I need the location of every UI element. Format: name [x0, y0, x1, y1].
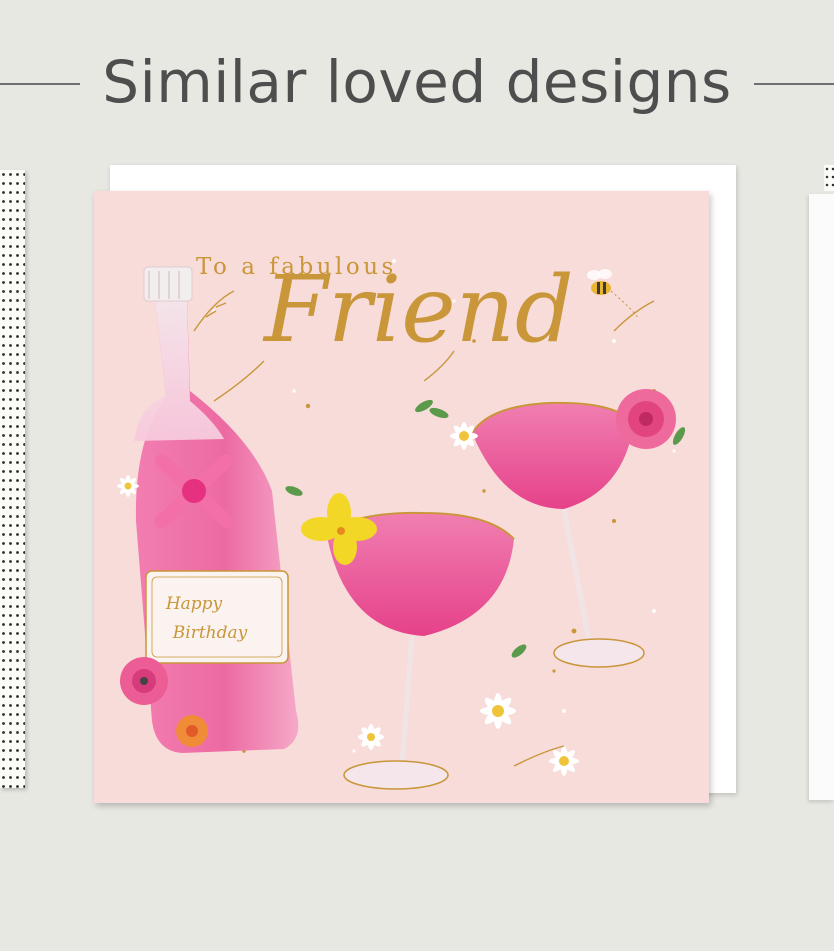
previous-product-card[interactable]: [0, 170, 25, 788]
next-product-envelope: [824, 165, 834, 191]
pink-flower-icon: [616, 389, 676, 449]
next-product-card[interactable]: [809, 194, 834, 800]
section-title: Similar loved designs: [102, 48, 732, 116]
product-card-friend[interactable]: To a fabulous Friend Happy Birthday: [94, 165, 736, 803]
divider-right: [754, 83, 834, 85]
bottle-label-line-1: Happy: [165, 594, 223, 614]
dahlia-flower-icon: [120, 657, 168, 705]
orange-flower-icon: [176, 715, 208, 747]
card-line-2: Friend: [262, 256, 574, 363]
section-header: Similar loved designs: [0, 40, 834, 130]
greeting-card-image: To a fabulous Friend Happy Birthday: [94, 191, 709, 803]
bottle-label-line-2: Birthday: [172, 623, 248, 643]
card-illustration: To a fabulous Friend Happy Birthday: [117, 254, 686, 790]
bee-icon: [587, 269, 640, 320]
